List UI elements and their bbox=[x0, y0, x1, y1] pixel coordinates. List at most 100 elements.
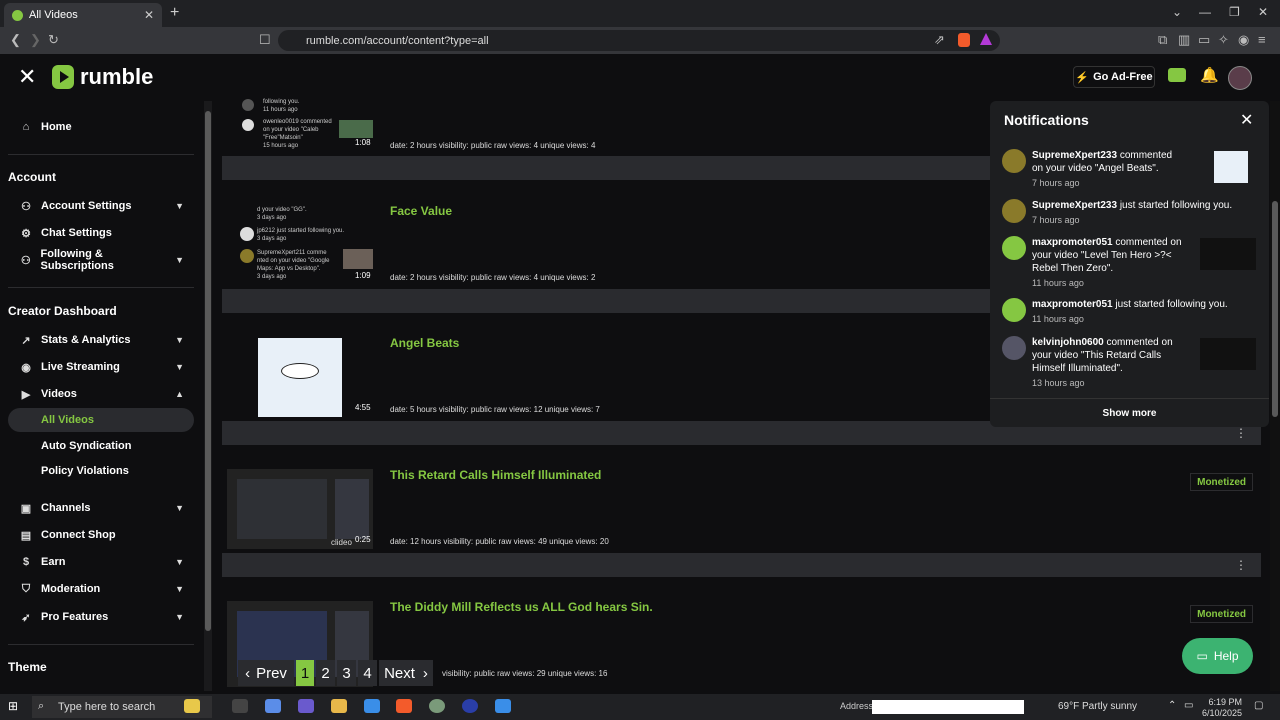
page-button-2[interactable]: 2 bbox=[316, 660, 335, 686]
close-window-button[interactable]: ✕ bbox=[1258, 5, 1268, 19]
sidebar-item-all-videos[interactable]: All Videos bbox=[8, 408, 194, 432]
upload-camera-icon[interactable] bbox=[1168, 68, 1186, 82]
leo-ai-icon[interactable]: ✧ bbox=[1218, 32, 1229, 48]
screen-image bbox=[335, 479, 369, 539]
notifications-bell-icon[interactable]: 🔔 bbox=[1200, 66, 1219, 84]
copilot-sparkle-icon[interactable] bbox=[184, 699, 200, 713]
show-more-button[interactable]: Show more bbox=[990, 398, 1269, 427]
notification-item[interactable]: kelvinjohn0600 commented on your video "… bbox=[1002, 336, 1262, 388]
video-title[interactable]: Angel Beats bbox=[390, 336, 459, 350]
weather-widget[interactable]: 69°F Partly sunny bbox=[1058, 701, 1137, 712]
sidebar-item-auto-syndication[interactable]: Auto Syndication bbox=[8, 434, 194, 458]
brave-browser-icon[interactable] bbox=[396, 699, 412, 713]
sidebar-item-connect-shop[interactable]: ▤ Connect Shop bbox=[8, 523, 194, 547]
notification-item[interactable]: SupremeXpert233 just started following y… bbox=[1002, 199, 1262, 229]
thumb-text: jp6212 just started following you. bbox=[257, 228, 345, 234]
reload-icon[interactable]: ↻ bbox=[48, 32, 59, 48]
divider bbox=[8, 287, 194, 288]
sidebar-item-videos[interactable]: ▶ Videos ▲ bbox=[8, 382, 194, 406]
video-thumbnail[interactable]: following you. 11 hours ago owenleo0019 … bbox=[227, 97, 373, 153]
back-icon[interactable]: ❮ bbox=[10, 32, 21, 48]
sidebar-toggle-icon[interactable]: ▥ bbox=[1178, 32, 1190, 48]
extensions-icon[interactable]: ⧉ bbox=[1158, 32, 1167, 48]
prev-page-button[interactable]: ‹ Prev bbox=[238, 660, 294, 686]
network-icon[interactable]: ▭ bbox=[1184, 700, 1193, 711]
video-thumbnail[interactable]: clideo bbox=[227, 469, 373, 549]
notification-item[interactable]: SupremeXpert233 commented on your video … bbox=[1002, 149, 1262, 188]
windows-start-icon[interactable]: ⊞ bbox=[8, 699, 18, 713]
scrollbar-thumb[interactable] bbox=[1272, 201, 1278, 417]
tab-title: All Videos bbox=[29, 9, 78, 21]
sidebar-scrollbar[interactable] bbox=[204, 101, 212, 691]
sidebar-item-channels[interactable]: ▣ Channels ▼ bbox=[8, 496, 194, 520]
notification-item[interactable]: maxpromoter051 just started following yo… bbox=[1002, 298, 1262, 328]
rumble-logo[interactable]: rumble bbox=[52, 64, 153, 90]
user-avatar[interactable] bbox=[1228, 66, 1252, 90]
address-toolbar-input[interactable] bbox=[872, 700, 1024, 714]
close-tab-icon[interactable]: ✕ bbox=[144, 8, 154, 22]
sidebar-item-stats[interactable]: ↗ Stats & Analytics ▼ bbox=[8, 328, 194, 352]
duration: 4:55 bbox=[355, 403, 371, 412]
app-icon[interactable] bbox=[495, 699, 511, 713]
app-icon[interactable] bbox=[462, 699, 478, 713]
scrollbar-thumb[interactable] bbox=[205, 111, 211, 631]
watermark: clideo bbox=[331, 538, 352, 547]
copilot-icon[interactable] bbox=[265, 699, 281, 713]
forward-icon[interactable]: ❯ bbox=[30, 32, 41, 48]
brave-rewards-icon[interactable] bbox=[980, 33, 992, 45]
close-notifications-icon[interactable]: ✕ bbox=[1240, 110, 1253, 130]
thumb-text: 3 days ago bbox=[257, 274, 287, 280]
page-button-3[interactable]: 3 bbox=[337, 660, 356, 686]
close-menu-icon[interactable]: ✕ bbox=[18, 64, 36, 90]
menu-icon[interactable]: ≡ bbox=[1258, 32, 1266, 47]
page-button-1[interactable]: 1 bbox=[296, 660, 314, 686]
video-thumbnail[interactable]: d your video "GG". 3 days ago jp6212 jus… bbox=[227, 203, 373, 281]
video-title[interactable]: The Diddy Mill Reflects us ALL God hears… bbox=[390, 600, 653, 614]
vpn-icon[interactable]: ◉ bbox=[1238, 32, 1249, 48]
thumb-text: SupremeXpert211 comme bbox=[257, 250, 327, 256]
channels-icon: ▣ bbox=[20, 502, 32, 515]
sidebar-item-policy-violations[interactable]: Policy Violations bbox=[8, 459, 194, 483]
tab-search-icon[interactable]: ⌄ bbox=[1172, 5, 1182, 19]
more-options-icon[interactable]: ⋮ bbox=[1235, 558, 1247, 572]
restore-button[interactable]: ❐ bbox=[1229, 5, 1240, 19]
minimize-button[interactable]: — bbox=[1199, 5, 1211, 19]
video-thumbnail[interactable] bbox=[258, 338, 342, 417]
notification-center-icon[interactable]: ▢ bbox=[1254, 700, 1263, 711]
app-icon[interactable] bbox=[364, 699, 380, 713]
sidebar-item-following[interactable]: ⚇ Following & Subscriptions ▼ bbox=[8, 248, 194, 272]
app-icon[interactable] bbox=[298, 699, 314, 713]
share-icon[interactable]: ⇗ bbox=[934, 32, 945, 48]
file-explorer-icon[interactable] bbox=[331, 699, 347, 713]
notification-thumbnail bbox=[1200, 238, 1256, 270]
browser-tab[interactable]: All Videos ✕ bbox=[4, 3, 162, 27]
sidebar-item-account-settings[interactable]: ⚇ Account Settings ▼ bbox=[8, 194, 194, 218]
sidebar-item-pro-features[interactable]: ➶ Pro Features ▼ bbox=[8, 605, 194, 629]
mini-thumbnail bbox=[343, 249, 373, 269]
sidebar-item-earn[interactable]: $ Earn ▼ bbox=[8, 550, 194, 574]
bookmark-icon[interactable]: ☐ bbox=[259, 32, 271, 48]
video-title[interactable]: Face Value bbox=[390, 204, 452, 218]
go-ad-free-button[interactable]: ⚡ Go Ad-Free bbox=[1073, 66, 1155, 88]
search-icon: ⌕ bbox=[38, 700, 45, 712]
sidebar-item-moderation[interactable]: ⛉ Moderation ▼ bbox=[8, 577, 194, 601]
task-view-icon[interactable] bbox=[232, 699, 248, 713]
next-page-button[interactable]: Next › bbox=[379, 660, 433, 686]
new-tab-button[interactable]: + bbox=[170, 4, 179, 22]
help-button[interactable]: ▭ Help bbox=[1182, 638, 1253, 674]
sidebar-item-home[interactable]: ⌂ Home bbox=[8, 115, 194, 139]
taskbar-clock[interactable]: 6:19 PM 6/10/2025 bbox=[1202, 697, 1242, 719]
chevron-up-icon[interactable]: ⌃ bbox=[1168, 700, 1176, 711]
video-title[interactable]: This Retard Calls Himself Illuminated bbox=[390, 468, 601, 482]
chevron-up-icon: ▲ bbox=[175, 389, 184, 399]
address-bar[interactable]: rumble.com/account/content?type=all bbox=[278, 30, 1000, 51]
page-button-4[interactable]: 4 bbox=[358, 660, 377, 686]
wallet-icon[interactable]: ▭ bbox=[1198, 32, 1210, 48]
sidebar-item-live-streaming[interactable]: ◉ Live Streaming ▼ bbox=[8, 355, 194, 379]
brave-shield-icon[interactable] bbox=[958, 33, 970, 47]
notification-item[interactable]: maxpromoter051 commented on your video "… bbox=[1002, 236, 1262, 288]
page-scrollbar[interactable] bbox=[1270, 101, 1280, 691]
sidebar-item-chat-settings[interactable]: ⚙ Chat Settings bbox=[8, 221, 194, 245]
more-options-icon[interactable]: ⋮ bbox=[1235, 426, 1247, 440]
app-icon[interactable] bbox=[429, 699, 445, 713]
